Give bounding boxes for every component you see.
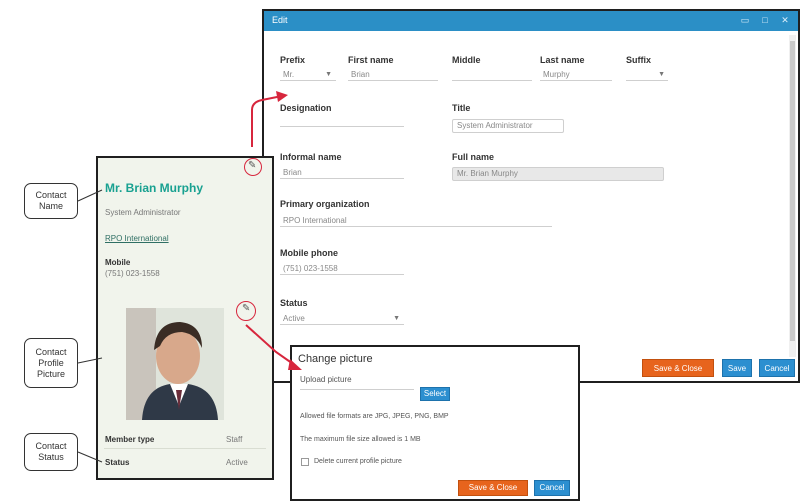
callout-name-pointer xyxy=(77,189,103,202)
callout-status-pointer xyxy=(77,451,103,463)
annotation-overlay xyxy=(77,91,302,463)
callout-picture-pointer xyxy=(77,357,103,364)
picture-arrow-line xyxy=(245,324,297,367)
edit-arrow-line xyxy=(251,95,283,147)
edit-arrow-head xyxy=(276,91,288,102)
picture-arrow-head xyxy=(288,359,302,370)
